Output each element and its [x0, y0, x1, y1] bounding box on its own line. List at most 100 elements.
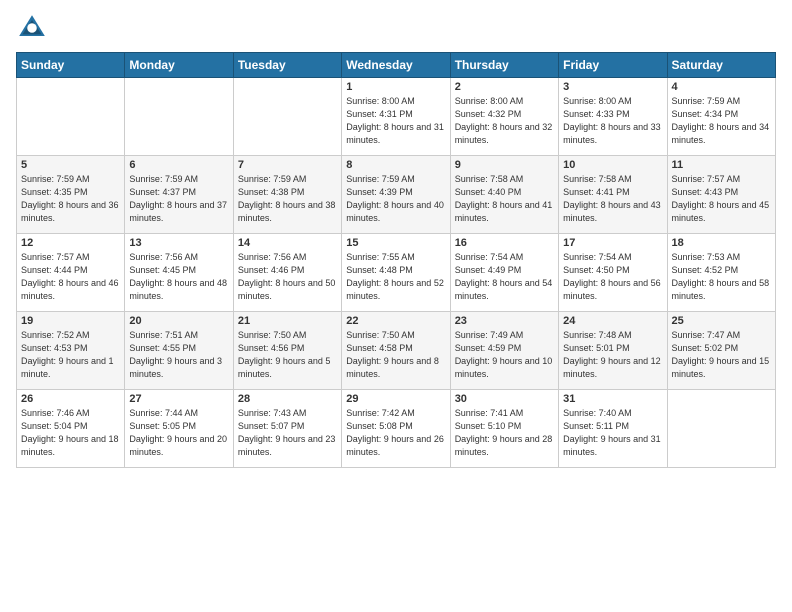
calendar-week-row: 26 Sunrise: 7:46 AM Sunset: 5:04 PM Dayli…	[17, 390, 776, 468]
day-number: 28	[238, 393, 337, 405]
col-friday: Friday	[559, 53, 667, 78]
table-row: 29 Sunrise: 7:42 AM Sunset: 5:08 PM Dayli…	[342, 390, 450, 468]
table-row: 4 Sunrise: 7:59 AM Sunset: 4:34 PM Daylig…	[667, 78, 775, 156]
table-row: 2 Sunrise: 8:00 AM Sunset: 4:32 PM Daylig…	[450, 78, 558, 156]
day-info: Sunrise: 7:41 AM Sunset: 5:10 PM Dayligh…	[455, 407, 554, 459]
table-row	[667, 390, 775, 468]
day-number: 24	[563, 315, 662, 327]
day-info: Sunrise: 7:56 AM Sunset: 4:46 PM Dayligh…	[238, 251, 337, 303]
table-row: 7 Sunrise: 7:59 AM Sunset: 4:38 PM Daylig…	[233, 156, 341, 234]
table-row: 11 Sunrise: 7:57 AM Sunset: 4:43 PM Dayli…	[667, 156, 775, 234]
table-row: 30 Sunrise: 7:41 AM Sunset: 5:10 PM Dayli…	[450, 390, 558, 468]
day-info: Sunrise: 8:00 AM Sunset: 4:33 PM Dayligh…	[563, 95, 662, 147]
table-row: 25 Sunrise: 7:47 AM Sunset: 5:02 PM Dayli…	[667, 312, 775, 390]
day-info: Sunrise: 7:47 AM Sunset: 5:02 PM Dayligh…	[672, 329, 771, 381]
day-info: Sunrise: 7:50 AM Sunset: 4:56 PM Dayligh…	[238, 329, 337, 381]
day-info: Sunrise: 7:59 AM Sunset: 4:39 PM Dayligh…	[346, 173, 445, 225]
col-thursday: Thursday	[450, 53, 558, 78]
day-number: 30	[455, 393, 554, 405]
table-row: 10Sunrise: 7:58 AM Sunset: 4:41 PM Dayli…	[559, 156, 667, 234]
day-number: 10	[563, 159, 662, 171]
day-info: Sunrise: 7:50 AM Sunset: 4:58 PM Dayligh…	[346, 329, 445, 381]
calendar-week-row: 19 Sunrise: 7:52 AM Sunset: 4:53 PM Dayli…	[17, 312, 776, 390]
day-number: 22	[346, 315, 445, 327]
col-monday: Monday	[125, 53, 233, 78]
day-number: 29	[346, 393, 445, 405]
day-info: Sunrise: 7:46 AM Sunset: 5:04 PM Dayligh…	[21, 407, 120, 459]
day-info: Sunrise: 7:59 AM Sunset: 4:34 PM Dayligh…	[672, 95, 771, 147]
calendar-week-row: 1Sunrise: 8:00 AM Sunset: 4:31 PM Daylig…	[17, 78, 776, 156]
table-row: 21 Sunrise: 7:50 AM Sunset: 4:56 PM Dayli…	[233, 312, 341, 390]
table-row: 22 Sunrise: 7:50 AM Sunset: 4:58 PM Dayli…	[342, 312, 450, 390]
day-info: Sunrise: 7:54 AM Sunset: 4:50 PM Dayligh…	[563, 251, 662, 303]
day-number: 7	[238, 159, 337, 171]
table-row: 18 Sunrise: 7:53 AM Sunset: 4:52 PM Dayli…	[667, 234, 775, 312]
table-row	[17, 78, 125, 156]
table-row: 26 Sunrise: 7:46 AM Sunset: 5:04 PM Dayli…	[17, 390, 125, 468]
day-info: Sunrise: 7:55 AM Sunset: 4:48 PM Dayligh…	[346, 251, 445, 303]
calendar-header-row: Sunday Monday Tuesday Wednesday Thursday…	[17, 53, 776, 78]
day-number: 26	[21, 393, 120, 405]
day-number: 2	[455, 81, 554, 93]
day-number: 19	[21, 315, 120, 327]
table-row: 3 Sunrise: 8:00 AM Sunset: 4:33 PM Daylig…	[559, 78, 667, 156]
calendar-week-row: 5 Sunrise: 7:59 AM Sunset: 4:35 PM Daylig…	[17, 156, 776, 234]
day-number: 21	[238, 315, 337, 327]
day-number: 16	[455, 237, 554, 249]
day-number: 3	[563, 81, 662, 93]
table-row: 20 Sunrise: 7:51 AM Sunset: 4:55 PM Dayli…	[125, 312, 233, 390]
col-tuesday: Tuesday	[233, 53, 341, 78]
day-number: 23	[455, 315, 554, 327]
table-row: 5 Sunrise: 7:59 AM Sunset: 4:35 PM Daylig…	[17, 156, 125, 234]
day-info: Sunrise: 7:49 AM Sunset: 4:59 PM Dayligh…	[455, 329, 554, 381]
table-row: 13 Sunrise: 7:56 AM Sunset: 4:45 PM Dayli…	[125, 234, 233, 312]
day-number: 12	[21, 237, 120, 249]
day-number: 15	[346, 237, 445, 249]
day-info: Sunrise: 7:53 AM Sunset: 4:52 PM Dayligh…	[672, 251, 771, 303]
day-number: 8	[346, 159, 445, 171]
day-number: 5	[21, 159, 120, 171]
table-row: 14 Sunrise: 7:56 AM Sunset: 4:46 PM Dayli…	[233, 234, 341, 312]
day-info: Sunrise: 7:56 AM Sunset: 4:45 PM Dayligh…	[129, 251, 228, 303]
day-info: Sunrise: 7:43 AM Sunset: 5:07 PM Dayligh…	[238, 407, 337, 459]
day-info: Sunrise: 7:44 AM Sunset: 5:05 PM Dayligh…	[129, 407, 228, 459]
day-number: 14	[238, 237, 337, 249]
day-info: Sunrise: 8:00 AM Sunset: 4:32 PM Dayligh…	[455, 95, 554, 147]
day-number: 18	[672, 237, 771, 249]
logo-icon	[16, 12, 48, 44]
table-row	[125, 78, 233, 156]
day-info: Sunrise: 7:54 AM Sunset: 4:49 PM Dayligh…	[455, 251, 554, 303]
day-info: Sunrise: 7:52 AM Sunset: 4:53 PM Dayligh…	[21, 329, 120, 381]
header	[16, 12, 776, 44]
table-row: 1Sunrise: 8:00 AM Sunset: 4:31 PM Daylig…	[342, 78, 450, 156]
day-number: 9	[455, 159, 554, 171]
day-number: 4	[672, 81, 771, 93]
day-info: Sunrise: 7:51 AM Sunset: 4:55 PM Dayligh…	[129, 329, 228, 381]
table-row: 31Sunrise: 7:40 AM Sunset: 5:11 PM Dayli…	[559, 390, 667, 468]
day-info: Sunrise: 7:42 AM Sunset: 5:08 PM Dayligh…	[346, 407, 445, 459]
table-row: 19 Sunrise: 7:52 AM Sunset: 4:53 PM Dayli…	[17, 312, 125, 390]
day-info: Sunrise: 7:57 AM Sunset: 4:43 PM Dayligh…	[672, 173, 771, 225]
day-number: 20	[129, 315, 228, 327]
logo	[16, 12, 52, 44]
table-row: 27 Sunrise: 7:44 AM Sunset: 5:05 PM Dayli…	[125, 390, 233, 468]
day-number: 25	[672, 315, 771, 327]
table-row: 23 Sunrise: 7:49 AM Sunset: 4:59 PM Dayli…	[450, 312, 558, 390]
day-info: Sunrise: 7:59 AM Sunset: 4:35 PM Dayligh…	[21, 173, 120, 225]
day-info: Sunrise: 7:59 AM Sunset: 4:38 PM Dayligh…	[238, 173, 337, 225]
day-number: 13	[129, 237, 228, 249]
table-row: 9Sunrise: 7:58 AM Sunset: 4:40 PM Daylig…	[450, 156, 558, 234]
day-info: Sunrise: 7:57 AM Sunset: 4:44 PM Dayligh…	[21, 251, 120, 303]
day-info: Sunrise: 7:48 AM Sunset: 5:01 PM Dayligh…	[563, 329, 662, 381]
day-number: 11	[672, 159, 771, 171]
col-wednesday: Wednesday	[342, 53, 450, 78]
day-number: 27	[129, 393, 228, 405]
day-info: Sunrise: 8:00 AM Sunset: 4:31 PM Dayligh…	[346, 95, 445, 147]
table-row: 17 Sunrise: 7:54 AM Sunset: 4:50 PM Dayli…	[559, 234, 667, 312]
table-row: 12 Sunrise: 7:57 AM Sunset: 4:44 PM Dayli…	[17, 234, 125, 312]
table-row: 24 Sunrise: 7:48 AM Sunset: 5:01 PM Dayli…	[559, 312, 667, 390]
table-row: 8 Sunrise: 7:59 AM Sunset: 4:39 PM Daylig…	[342, 156, 450, 234]
day-number: 6	[129, 159, 228, 171]
col-saturday: Saturday	[667, 53, 775, 78]
day-number: 17	[563, 237, 662, 249]
